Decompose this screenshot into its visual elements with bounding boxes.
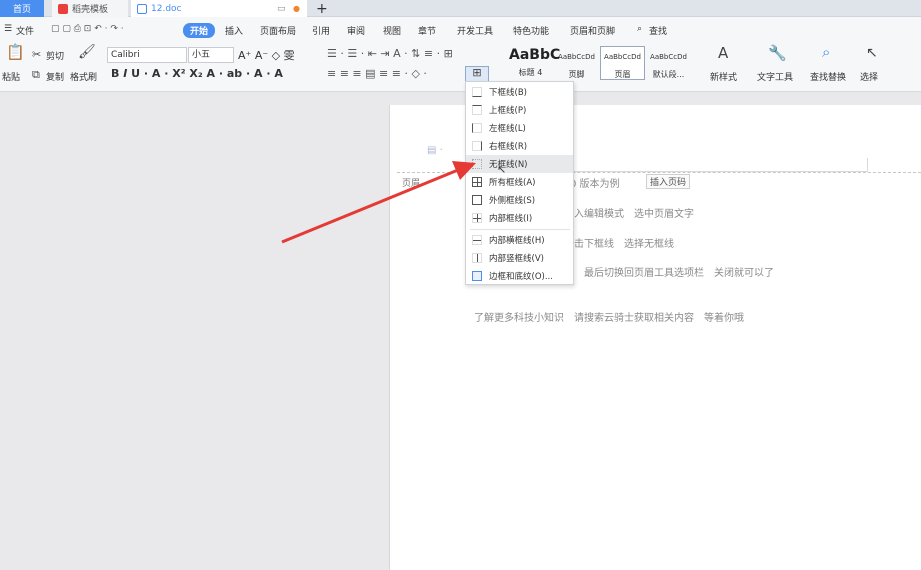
annotation-arrow — [281, 161, 476, 244]
arrow-shaft — [281, 168, 459, 244]
